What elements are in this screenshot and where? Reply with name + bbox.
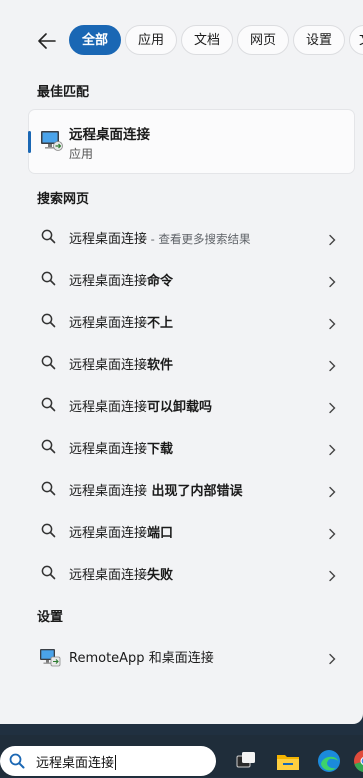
- web-result-query: 远程桌面连接: [69, 442, 147, 457]
- web-result-text: 远程桌面连接命令: [69, 270, 173, 289]
- search-icon: [9, 753, 25, 773]
- web-result-query: 远程桌面连接: [69, 568, 147, 583]
- web-result-query: 远程桌面连接: [69, 358, 147, 373]
- web-result-query: 远程桌面连接: [69, 400, 147, 415]
- web-result-query: 远程桌面连接: [69, 232, 147, 247]
- filter-tab-documents[interactable]: 文档: [181, 25, 233, 55]
- text-caret: [115, 755, 116, 770]
- web-result-text: 远程桌面连接失败: [69, 564, 173, 583]
- chrome-icon[interactable]: [352, 748, 363, 774]
- search-icon: [41, 397, 56, 416]
- search-icon: [41, 565, 56, 584]
- web-result-item[interactable]: 远程桌面连接 - 查看更多搜索结果: [29, 218, 354, 256]
- web-result-text: 远程桌面连接软件: [69, 354, 173, 373]
- web-result-suggestion: 下载: [147, 442, 173, 457]
- web-result-suggestion: 端口: [147, 526, 173, 541]
- web-result-item[interactable]: 远程桌面连接命令: [29, 260, 354, 298]
- web-search-heading: 搜索网页: [37, 188, 89, 207]
- best-match-card[interactable]: 远程桌面连接 应用: [29, 110, 354, 173]
- remoteapp-icon: [39, 646, 61, 672]
- selection-indicator: [28, 131, 31, 153]
- web-result-query: 远程桌面连接: [69, 484, 147, 499]
- back-button[interactable]: [34, 28, 60, 54]
- web-result-item[interactable]: 远程桌面连接端口: [29, 512, 354, 550]
- web-result-text: 远程桌面连接可以卸载吗: [69, 396, 212, 415]
- web-result-query: 远程桌面连接: [69, 274, 147, 289]
- web-result-text: 远程桌面连接不上: [69, 312, 173, 331]
- back-arrow-icon: [38, 33, 56, 49]
- settings-item-label: RemoteApp 和桌面连接: [69, 647, 214, 666]
- search-icon: [41, 523, 56, 542]
- best-match-heading: 最佳匹配: [37, 81, 89, 100]
- edge-icon[interactable]: [316, 748, 342, 774]
- search-query[interactable]: 远程桌面连接: [36, 752, 116, 771]
- web-result-item[interactable]: 远程桌面连接不上: [29, 302, 354, 340]
- remote-desktop-icon: [39, 128, 63, 156]
- web-result-query: 远程桌面连接: [69, 316, 147, 331]
- search-icon: [41, 229, 56, 248]
- web-result-suggestion: 可以卸载吗: [147, 400, 212, 415]
- web-result-suggestion: 失败: [147, 568, 173, 583]
- chevron-right-icon[interactable]: [328, 399, 336, 418]
- web-result-item[interactable]: 远程桌面连接下载: [29, 428, 354, 466]
- web-result-item[interactable]: 远程桌面连接失败: [29, 554, 354, 592]
- chevron-right-icon[interactable]: [328, 357, 336, 376]
- web-result-query: 远程桌面连接: [69, 526, 147, 541]
- chevron-right-icon[interactable]: [328, 525, 336, 544]
- chevron-right-icon[interactable]: [328, 315, 336, 334]
- filter-tab-more[interactable]: 文: [349, 25, 363, 55]
- filter-tab-settings[interactable]: 设置: [293, 25, 345, 55]
- search-icon: [41, 481, 56, 500]
- task-view-icon[interactable]: [233, 748, 259, 774]
- filter-tab-apps[interactable]: 应用: [125, 25, 177, 55]
- web-result-suggestion: 命令: [147, 274, 173, 289]
- search-results-panel: 全部 应用 文档 网页 设置 文 最佳匹配 远程桌面连接 应用 搜索网页 远程桌…: [0, 0, 363, 724]
- web-result-item[interactable]: 远程桌面连接可以卸载吗: [29, 386, 354, 424]
- search-icon: [41, 271, 56, 290]
- chevron-right-icon[interactable]: [328, 273, 336, 292]
- settings-heading: 设置: [37, 606, 63, 625]
- search-icon: [41, 355, 56, 374]
- web-result-text: 远程桌面连接端口: [69, 522, 173, 541]
- best-match-title: 远程桌面连接: [69, 123, 150, 143]
- chevron-right-icon[interactable]: [328, 231, 336, 250]
- chevron-right-icon[interactable]: [328, 650, 336, 669]
- chevron-right-icon[interactable]: [328, 483, 336, 502]
- filter-tab-web[interactable]: 网页: [237, 25, 289, 55]
- web-result-text: 远程桌面连接 - 查看更多搜索结果: [69, 228, 250, 247]
- chevron-right-icon[interactable]: [328, 567, 336, 586]
- filter-tab-all[interactable]: 全部: [69, 25, 121, 55]
- web-result-item[interactable]: 远程桌面连接软件: [29, 344, 354, 382]
- web-result-item[interactable]: 远程桌面连接 出现了内部错误: [29, 470, 354, 508]
- web-result-hint: - 查看更多搜索结果: [147, 232, 250, 246]
- search-icon: [41, 439, 56, 458]
- web-result-text: 远程桌面连接 出现了内部错误: [69, 480, 243, 499]
- best-match-subtitle: 应用: [69, 145, 93, 162]
- search-icon: [41, 313, 56, 332]
- web-result-suggestion: 不上: [147, 316, 173, 331]
- search-query-text: 远程桌面连接: [36, 756, 114, 771]
- taskbar-search-box[interactable]: 远程桌面连接: [0, 746, 216, 776]
- web-result-suggestion: 出现了内部错误: [147, 484, 243, 499]
- file-explorer-icon[interactable]: [275, 748, 301, 774]
- settings-item-remoteapp[interactable]: RemoteApp 和桌面连接: [29, 637, 354, 675]
- web-result-suggestion: 软件: [147, 358, 173, 373]
- web-result-text: 远程桌面连接下载: [69, 438, 173, 457]
- chevron-right-icon[interactable]: [328, 441, 336, 460]
